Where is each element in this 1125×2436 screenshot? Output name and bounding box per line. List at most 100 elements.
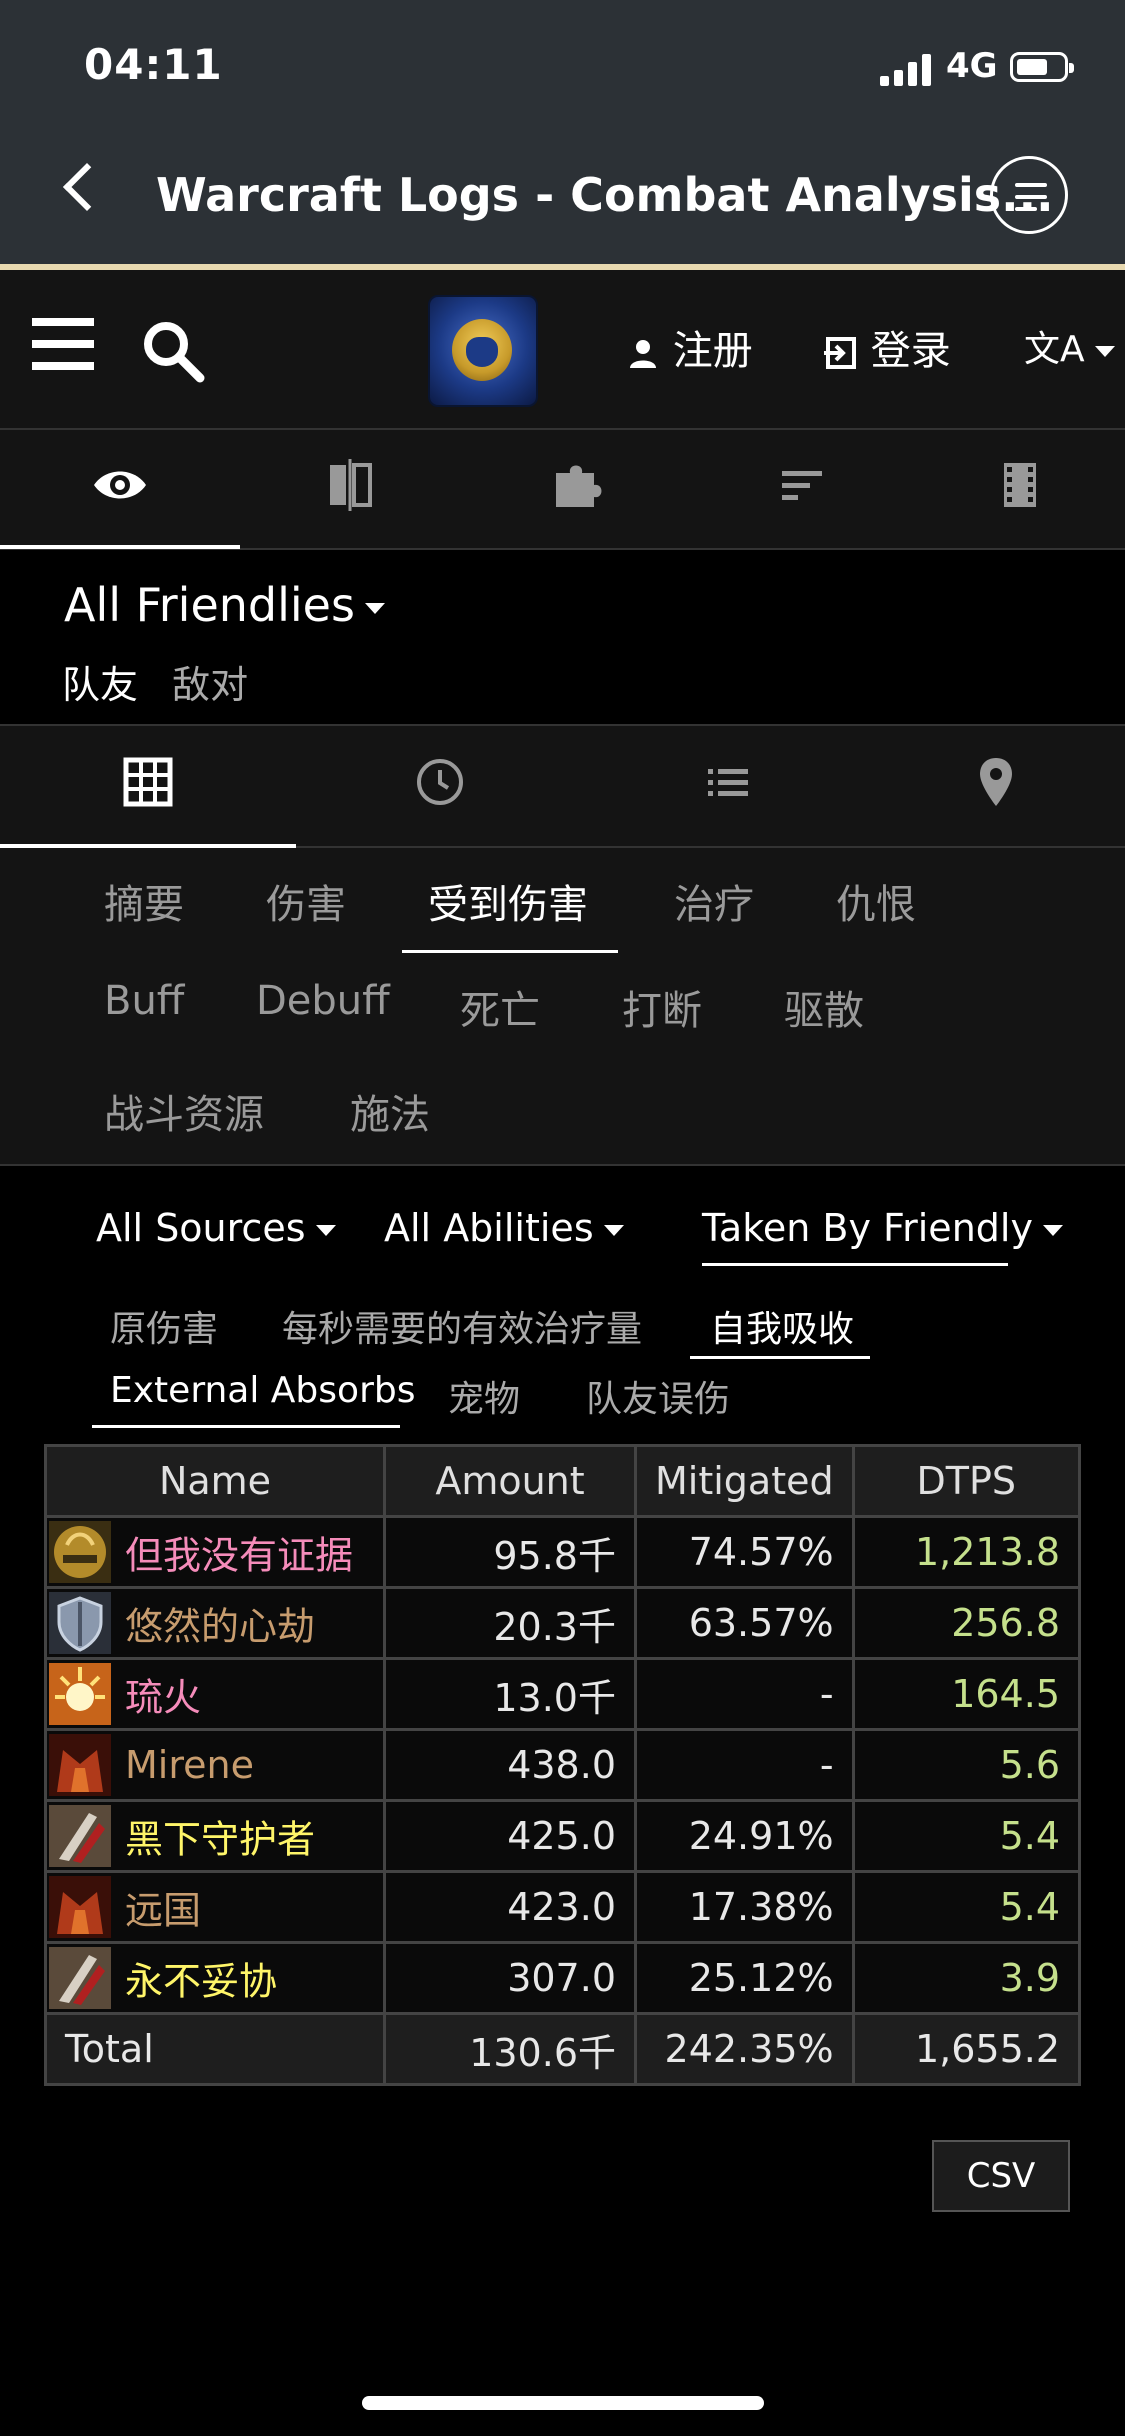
home-indicator (362, 2396, 764, 2410)
cell-name[interactable]: 黑下守护者 (44, 1799, 386, 1873)
rogue-blade-icon (49, 1947, 111, 2009)
cat-casts[interactable]: 施法 (350, 1082, 430, 1140)
header-mitigated[interactable]: Mitigated (634, 1444, 855, 1518)
table-icon[interactable] (118, 752, 178, 812)
total-amount: 130.6千 (383, 2012, 637, 2086)
player-name: 远国 (125, 1888, 202, 1933)
register-label: 注册 (672, 328, 753, 374)
abilities-dropdown[interactable]: All Abilities (384, 1206, 624, 1250)
cell-name[interactable]: 远国 (44, 1870, 386, 1944)
subtab-external-absorbs[interactable]: External Absorbs (110, 1370, 415, 1411)
cell-dtps: 256.8 (851, 1586, 1082, 1660)
cell-amount: 307.0 (383, 1941, 637, 2015)
cell-dtps: 164.5 (851, 1657, 1082, 1731)
subtab-friendly-fire[interactable]: 队友误伤 (586, 1370, 730, 1422)
menu-button[interactable] (990, 156, 1068, 234)
cell-amount: 20.3千 (383, 1586, 637, 1660)
cat-deaths[interactable]: 死亡 (460, 978, 540, 1036)
total-dtps: 1,655.2 (851, 2012, 1082, 2086)
player-name: Mirene (125, 1743, 254, 1787)
table-row[interactable]: 远国 423.0 17.38% 5.4 (44, 1870, 1082, 1944)
table-row[interactable]: 琉火 13.0千 -164.5 (44, 1657, 1082, 1731)
compare-icon[interactable] (320, 455, 380, 515)
faction-links: 队友 敌对 (62, 654, 270, 709)
cell-name[interactable]: 琉火 (44, 1657, 386, 1731)
warrior-shield-icon (49, 1592, 111, 1654)
table-row[interactable]: 黑下守护者 425.0 24.91% 5.4 (44, 1799, 1082, 1873)
cell-mitigated: 63.57% (634, 1586, 855, 1660)
cell-dtps: 3.9 (851, 1941, 1082, 2015)
table-row[interactable]: 永不妥协 307.0 25.12% 3.9 (44, 1941, 1082, 2015)
register-link[interactable]: 注册 (626, 318, 753, 376)
table-row[interactable]: Mirene 438.0-5.6 (44, 1728, 1082, 1802)
table-row[interactable]: 但我没有证据 95.8千 74.57% 1,213.8 (44, 1515, 1082, 1589)
csv-button[interactable]: CSV (932, 2140, 1070, 2212)
cell-mitigated: - (634, 1728, 855, 1802)
subtab-self-absorb[interactable]: 自我吸收 (710, 1300, 854, 1352)
battery-icon (1010, 52, 1074, 82)
player-name: 永不妥协 (125, 1959, 278, 2004)
sources-label: All Sources (96, 1206, 306, 1250)
friendlies-dropdown[interactable]: All Friendlies (64, 578, 385, 632)
language-selector[interactable]: 文A (1024, 320, 1115, 372)
damage-taken-table: Name Amount Mitigated DTPS 但我没有证据 95.8千 74… (44, 1444, 1082, 2086)
cat-summary[interactable]: 摘要 (104, 872, 184, 930)
header-amount[interactable]: Amount (383, 1444, 637, 1518)
cell-name[interactable]: Mirene (44, 1728, 386, 1802)
cat-damage-taken[interactable]: 受到伤害 (428, 872, 588, 930)
friendlies-label: All Friendlies (64, 578, 355, 632)
friendly-link[interactable]: 队友 (62, 663, 138, 707)
cell-dtps: 1,213.8 (851, 1515, 1082, 1589)
cat-interrupts[interactable]: 打断 (622, 978, 702, 1036)
abilities-label: All Abilities (384, 1206, 594, 1250)
film-icon[interactable] (990, 455, 1050, 515)
enemy-link[interactable]: 敌对 (172, 663, 248, 707)
table-row[interactable]: 悠然的心劫 20.3千 63.57% 256.8 (44, 1586, 1082, 1660)
list-icon[interactable] (698, 752, 758, 812)
subtab-underline (690, 1356, 870, 1359)
taken-by-label: Taken By Friendly (702, 1206, 1033, 1250)
cell-dtps: 5.4 (851, 1870, 1082, 1944)
eye-icon[interactable] (90, 455, 150, 515)
cat-resources[interactable]: 战斗资源 (104, 1082, 264, 1140)
cell-mitigated: 74.57% (634, 1515, 855, 1589)
header-name[interactable]: Name (44, 1444, 386, 1518)
alliance-logo[interactable] (428, 295, 538, 407)
cat-buff[interactable]: Buff (104, 978, 184, 1024)
header-dtps[interactable]: DTPS (851, 1444, 1082, 1518)
sort-icon[interactable] (772, 455, 832, 515)
cell-name[interactable]: 永不妥协 (44, 1941, 386, 2015)
active-tab-indicator (0, 545, 240, 549)
subtab-effective-hps[interactable]: 每秒需要的有效治疗量 (282, 1300, 642, 1352)
active-category-indicator (402, 950, 618, 953)
cell-amount: 423.0 (383, 1870, 637, 1944)
cat-healing[interactable]: 治疗 (674, 872, 754, 930)
cell-name[interactable]: 但我没有证据 (44, 1515, 386, 1589)
map-pin-icon[interactable] (966, 752, 1026, 812)
cell-mitigated: 25.12% (634, 1941, 855, 2015)
subtab-pets[interactable]: 宠物 (448, 1370, 520, 1422)
subtab-raw-damage[interactable]: 原伤害 (110, 1300, 218, 1352)
login-link[interactable]: 登录 (822, 318, 951, 376)
subtab-underline (92, 1425, 400, 1428)
warrior-helm-icon (49, 1734, 111, 1796)
taken-by-dropdown[interactable]: Taken By Friendly (702, 1206, 1063, 1250)
cat-dispels[interactable]: 驱散 (784, 978, 864, 1036)
cat-threat[interactable]: 仇恨 (836, 872, 916, 930)
sources-dropdown[interactable]: All Sources (96, 1206, 336, 1250)
cat-debuff[interactable]: Debuff (256, 978, 390, 1024)
signal-icon (880, 52, 936, 86)
status-time: 04:11 (84, 40, 223, 89)
login-label: 登录 (870, 328, 951, 374)
search-icon[interactable] (140, 318, 206, 384)
player-name: 但我没有证据 (125, 1533, 354, 1578)
cell-name[interactable]: 悠然的心劫 (44, 1586, 386, 1660)
filter-underline (702, 1263, 1008, 1266)
cat-damage[interactable]: 伤害 (266, 872, 346, 930)
category-menu: 摘要 伤害 受到伤害 治疗 仇恨 Buff Debuff 死亡 打断 驱散 战斗… (0, 848, 1125, 1166)
clock-icon[interactable] (410, 752, 470, 812)
hamburger-icon[interactable] (32, 318, 94, 370)
cell-amount: 438.0 (383, 1728, 637, 1802)
cell-amount: 425.0 (383, 1799, 637, 1873)
puzzle-icon[interactable] (546, 455, 606, 515)
